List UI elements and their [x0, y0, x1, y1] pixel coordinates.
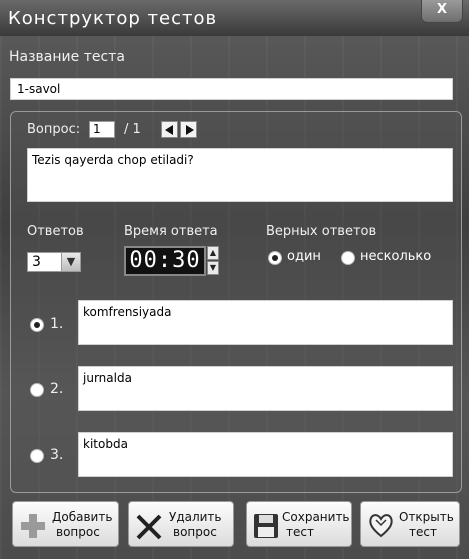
answer-time-input[interactable]: 00:30 [124, 246, 206, 276]
question-text-input[interactable]: Tezis qayerda chop etiladi? [27, 148, 453, 202]
question-total: / 1 [124, 122, 141, 137]
delete-question-button[interactable]: Удалить вопрос [128, 501, 234, 547]
answer-2-number: 2. [50, 381, 64, 397]
window-title: Конструктор тестов [8, 8, 218, 29]
cross-icon [136, 514, 162, 540]
radio-multiple-label: несколько [360, 249, 432, 264]
radio-single-label: один [287, 249, 321, 264]
open-test-label-2: тест [409, 525, 437, 539]
answer-1-number: 1. [50, 316, 64, 332]
answer-3-number: 3. [50, 447, 64, 463]
add-question-label-2: вопрос [56, 525, 100, 539]
answer-3-input[interactable]: kitobda [78, 432, 453, 477]
arrow-right-icon [186, 125, 194, 135]
time-decrease-button[interactable]: ▼ [207, 261, 219, 275]
answers-count-value: 3 [32, 254, 41, 270]
floppy-disk-icon [254, 514, 278, 538]
open-test-button[interactable]: Открыть тест [360, 501, 460, 547]
add-question-label-1: Добавить [52, 510, 113, 524]
previous-question-button[interactable] [161, 121, 178, 138]
delete-question-label-1: Удалить [169, 510, 222, 524]
time-increase-button[interactable]: ▲ [207, 246, 219, 260]
save-test-button[interactable]: Сохранить тест [246, 501, 352, 547]
chevron-down-icon[interactable]: ▼ [61, 253, 80, 271]
open-test-label-1: Открыть [399, 510, 454, 524]
test-name-label: Название теста [9, 49, 125, 65]
title-bar: Конструктор тестов X [0, 0, 469, 36]
close-button[interactable]: X [421, 0, 463, 23]
arrow-left-icon [165, 125, 173, 135]
save-test-label-1: Сохранить [282, 510, 350, 524]
test-constructor-window: Конструктор тестов X Название теста 1-sa… [0, 0, 469, 559]
save-test-label-2: тест [286, 525, 314, 539]
answers-count-label: Ответов [27, 224, 84, 239]
radio-multiple-correct[interactable] [341, 251, 355, 265]
add-question-button[interactable]: Добавить вопрос [12, 501, 119, 547]
answer-2-radio[interactable] [30, 383, 44, 397]
test-name-input[interactable]: 1-savol [10, 78, 453, 100]
question-label: Вопрос: [27, 122, 81, 137]
correct-answers-label: Верных ответов [266, 224, 377, 239]
answer-1-input[interactable]: komfrensiyada [78, 300, 453, 345]
heart-open-icon [369, 514, 393, 538]
answer-2-input[interactable]: jurnalda [78, 366, 453, 411]
answer-3-radio[interactable] [30, 449, 44, 463]
answers-count-select[interactable]: 3 ▼ [27, 252, 81, 272]
plus-icon [21, 514, 45, 538]
answer-1-radio[interactable] [30, 318, 44, 332]
answer-time-label: Время ответа [124, 224, 218, 239]
delete-question-label-2: вопрос [173, 525, 217, 539]
next-question-button[interactable] [180, 121, 197, 138]
radio-single-correct[interactable] [268, 251, 282, 265]
question-number-input[interactable]: 1 [89, 121, 115, 138]
